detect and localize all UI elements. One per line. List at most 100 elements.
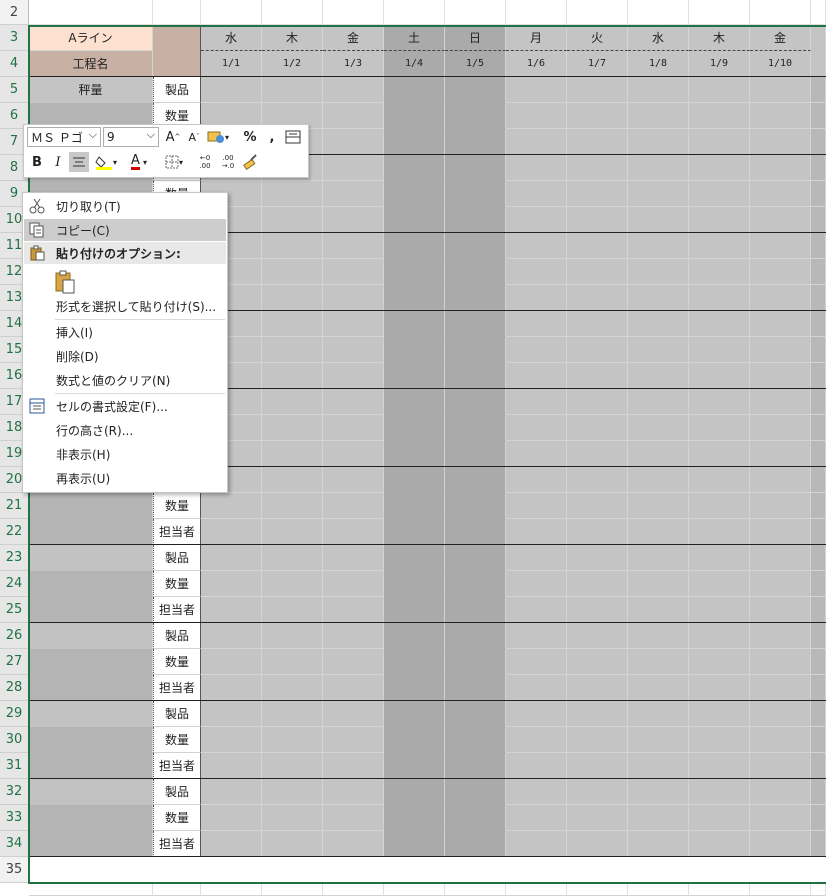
schedule-cell[interactable] <box>628 207 689 233</box>
sheet-cell[interactable] <box>750 0 811 25</box>
schedule-cell[interactable] <box>506 649 567 675</box>
schedule-cell[interactable] <box>384 493 445 519</box>
schedule-cell[interactable] <box>506 103 567 129</box>
schedule-cell[interactable] <box>445 779 506 805</box>
fill-color-button[interactable]: ▾ <box>92 152 120 172</box>
date-cell[interactable]: 1/4 <box>384 51 445 77</box>
schedule-cell[interactable] <box>201 675 262 701</box>
schedule-cell[interactable] <box>506 389 567 415</box>
date-cell[interactable]: 1/7 <box>567 51 628 77</box>
comma-style-button[interactable]: , <box>262 127 282 147</box>
schedule-cell[interactable] <box>567 441 628 467</box>
schedule-cell[interactable] <box>506 415 567 441</box>
schedule-cell[interactable] <box>567 675 628 701</box>
schedule-cell[interactable] <box>506 597 567 623</box>
process-name-cell[interactable]: 秤量 <box>29 77 153 103</box>
overflow-cell[interactable] <box>811 649 826 675</box>
row-header[interactable]: 5 <box>0 77 29 103</box>
schedule-cell[interactable] <box>323 831 384 857</box>
schedule-cell[interactable] <box>689 129 750 155</box>
schedule-cell[interactable] <box>201 493 262 519</box>
schedule-cell[interactable] <box>384 233 445 259</box>
schedule-cell[interactable] <box>262 337 323 363</box>
menu-item-row-height[interactable]: 行の高さ(R)... <box>24 419 226 441</box>
schedule-cell[interactable] <box>201 519 262 545</box>
row-header[interactable]: 21 <box>0 493 29 519</box>
schedule-cell[interactable] <box>445 727 506 753</box>
schedule-cell[interactable] <box>445 103 506 129</box>
overflow-cell[interactable] <box>811 77 826 103</box>
schedule-cell[interactable] <box>628 831 689 857</box>
schedule-cell[interactable] <box>689 233 750 259</box>
schedule-cell[interactable] <box>689 701 750 727</box>
date-cell[interactable]: 1/9 <box>689 51 750 77</box>
item-label-cell[interactable]: 数量 <box>153 649 201 675</box>
sheet-cell[interactable] <box>445 0 506 25</box>
schedule-cell[interactable] <box>750 129 811 155</box>
overflow-cell[interactable] <box>811 753 826 779</box>
row-header[interactable]: 35 <box>0 857 29 883</box>
item-label-cell[interactable]: 数量 <box>153 571 201 597</box>
process-name-cell[interactable] <box>29 727 153 753</box>
italic-button[interactable]: I <box>48 152 68 172</box>
day-of-week-cell[interactable]: 金 <box>323 25 384 51</box>
schedule-cell[interactable] <box>567 623 628 649</box>
schedule-cell[interactable] <box>201 831 262 857</box>
day-of-week-cell[interactable]: 木 <box>262 25 323 51</box>
schedule-cell[interactable] <box>628 441 689 467</box>
row-header[interactable]: 4 <box>0 51 29 77</box>
schedule-cell[interactable] <box>323 519 384 545</box>
schedule-cell[interactable] <box>689 649 750 675</box>
schedule-cell[interactable] <box>567 831 628 857</box>
schedule-cell[interactable] <box>323 727 384 753</box>
schedule-cell[interactable] <box>506 753 567 779</box>
schedule-cell[interactable] <box>567 415 628 441</box>
shrink-font-button[interactable]: Aˇ <box>184 127 204 147</box>
schedule-cell[interactable] <box>201 623 262 649</box>
schedule-cell[interactable] <box>689 363 750 389</box>
schedule-cell[interactable] <box>445 545 506 571</box>
schedule-cell[interactable] <box>689 415 750 441</box>
schedule-cell[interactable] <box>445 389 506 415</box>
schedule-cell[interactable] <box>567 311 628 337</box>
schedule-cell[interactable] <box>506 285 567 311</box>
schedule-cell[interactable] <box>445 623 506 649</box>
item-label-cell[interactable]: 担当者 <box>153 597 201 623</box>
schedule-cell[interactable] <box>384 77 445 103</box>
schedule-cell[interactable] <box>750 311 811 337</box>
schedule-cell[interactable] <box>628 753 689 779</box>
item-label-cell[interactable]: 数量 <box>153 805 201 831</box>
sheet-cell[interactable] <box>689 0 750 25</box>
schedule-cell[interactable] <box>567 389 628 415</box>
schedule-cell[interactable] <box>750 389 811 415</box>
schedule-cell[interactable] <box>323 493 384 519</box>
schedule-cell[interactable] <box>567 207 628 233</box>
schedule-cell[interactable] <box>262 389 323 415</box>
schedule-cell[interactable] <box>506 623 567 649</box>
schedule-cell[interactable] <box>506 155 567 181</box>
schedule-cell[interactable] <box>262 545 323 571</box>
sheet-cell[interactable] <box>689 884 750 896</box>
schedule-cell[interactable] <box>750 493 811 519</box>
schedule-cell[interactable] <box>262 181 323 207</box>
schedule-cell[interactable] <box>689 207 750 233</box>
schedule-cell[interactable] <box>384 441 445 467</box>
schedule-cell[interactable] <box>628 181 689 207</box>
schedule-cell[interactable] <box>323 623 384 649</box>
schedule-cell[interactable] <box>567 259 628 285</box>
row-header[interactable]: 2 <box>0 0 29 25</box>
process-name-cell[interactable] <box>29 571 153 597</box>
schedule-cell[interactable] <box>384 155 445 181</box>
font-name-combo[interactable]: ＭＳ Ｐゴ ⌵ <box>27 127 101 147</box>
schedule-cell[interactable] <box>384 753 445 779</box>
schedule-cell[interactable] <box>262 597 323 623</box>
schedule-cell[interactable] <box>506 129 567 155</box>
schedule-cell[interactable] <box>628 623 689 649</box>
process-name-cell[interactable] <box>29 493 153 519</box>
schedule-cell[interactable] <box>445 77 506 103</box>
schedule-cell[interactable] <box>201 779 262 805</box>
overflow-cell[interactable] <box>811 363 826 389</box>
row-header[interactable]: 26 <box>0 623 29 649</box>
process-name-cell[interactable] <box>29 597 153 623</box>
row-header[interactable]: 30 <box>0 727 29 753</box>
